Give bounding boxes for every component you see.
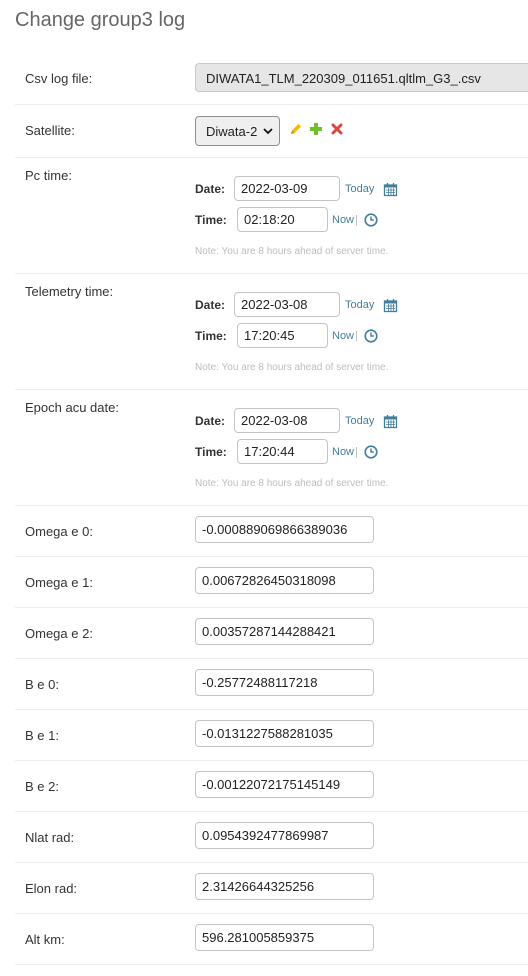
- telemetry-date-input[interactable]: 2022-03-08: [234, 292, 340, 317]
- nlat-rad-label: Nlat rad:: [25, 830, 75, 845]
- timezone-note: Note: You are 8 hours ahead of server ti…: [195, 478, 389, 489]
- omega-e-2-label: Omega e 2:: [25, 626, 93, 641]
- satellite-select[interactable]: Diwata-2: [195, 116, 280, 146]
- today-link[interactable]: Today: [345, 299, 374, 311]
- omega-e-1-input[interactable]: 0.00672826450318098: [195, 567, 374, 594]
- pc-date-input[interactable]: 2022-03-09: [234, 176, 340, 201]
- satellite-label: Satellite:: [25, 123, 75, 138]
- link-separator: |: [355, 446, 358, 458]
- change-form: Csv log file: DIWATA1_TLM_220309_011651.…: [15, 53, 528, 965]
- link-separator: |: [355, 214, 358, 226]
- alt-km-row: Alt km: 596.281005859375: [15, 914, 528, 965]
- now-link[interactable]: Now: [332, 446, 354, 458]
- calendar-icon[interactable]: [383, 298, 398, 313]
- pc-time-label: Pc time:: [25, 168, 72, 183]
- date-label: Date:: [195, 414, 226, 428]
- epoch-time-input[interactable]: 17:20:44: [237, 439, 328, 464]
- time-label: Time:: [195, 213, 227, 227]
- b-e-0-label: B e 0:: [25, 677, 59, 692]
- elon-rad-row: Elon rad: 2.31426644325256: [15, 863, 528, 914]
- calendar-icon[interactable]: [383, 182, 398, 197]
- clock-icon[interactable]: [364, 445, 378, 459]
- telemetry-time-input[interactable]: 17:20:45: [237, 323, 328, 348]
- elon-rad-input[interactable]: 2.31426644325256: [195, 873, 374, 900]
- omega-e-0-input[interactable]: -0.000889069866389036: [195, 516, 374, 543]
- omega-e-0-row: Omega e 0: -0.000889069866389036: [15, 506, 528, 557]
- csv-log-file-label: Csv log file:: [25, 71, 93, 86]
- b-e-2-input[interactable]: -0.00122072175145149: [195, 771, 374, 798]
- now-link[interactable]: Now: [332, 330, 354, 342]
- telemetry-time-label: Telemetry time:: [25, 284, 114, 299]
- b-e-2-row: B e 2: -0.00122072175145149: [15, 761, 528, 812]
- alt-km-label: Alt km:: [25, 932, 65, 947]
- calendar-icon[interactable]: [383, 414, 398, 429]
- telemetry-time-row: Telemetry time: Date: 2022-03-08 Today T…: [15, 274, 528, 390]
- clock-icon[interactable]: [364, 329, 378, 343]
- clock-icon[interactable]: [364, 213, 378, 227]
- today-link[interactable]: Today: [345, 183, 374, 195]
- epoch-acu-date-row: Epoch acu date: Date: 2022-03-08 Today T…: [15, 390, 528, 506]
- b-e-1-label: B e 1:: [25, 728, 59, 743]
- link-separator: |: [355, 330, 358, 342]
- page-title: Change group3 log: [15, 9, 186, 31]
- epoch-acu-date-label: Epoch acu date:: [25, 400, 119, 415]
- alt-km-input[interactable]: 596.281005859375: [195, 924, 374, 951]
- b-e-0-input[interactable]: -0.25772488117218: [195, 669, 374, 696]
- b-e-2-label: B e 2:: [25, 779, 59, 794]
- pencil-icon[interactable]: [289, 122, 303, 136]
- b-e-1-input[interactable]: -0.0131227588281035: [195, 720, 374, 747]
- time-label: Time:: [195, 329, 227, 343]
- plus-icon[interactable]: [309, 122, 323, 136]
- pc-time-row: Pc time: Date: 2022-03-09 Today Time: 02…: [15, 158, 528, 274]
- b-e-1-row: B e 1: -0.0131227588281035: [15, 710, 528, 761]
- b-e-0-row: B e 0: -0.25772488117218: [15, 659, 528, 710]
- timezone-note: Note: You are 8 hours ahead of server ti…: [195, 362, 389, 373]
- chevron-down-icon: [263, 128, 273, 135]
- elon-rad-label: Elon rad:: [25, 881, 78, 896]
- now-link[interactable]: Now: [332, 214, 354, 226]
- omega-e-2-input[interactable]: 0.00357287144288421: [195, 618, 374, 645]
- timezone-note: Note: You are 8 hours ahead of server ti…: [195, 246, 389, 257]
- satellite-selected-value: Diwata-2: [206, 124, 258, 139]
- date-label: Date:: [195, 298, 226, 312]
- omega-e-2-row: Omega e 2: 0.00357287144288421: [15, 608, 528, 659]
- csv-log-file-field[interactable]: DIWATA1_TLM_220309_011651.qltlm_G3_.csv: [195, 63, 528, 92]
- time-label: Time:: [195, 445, 227, 459]
- omega-e-0-label: Omega e 0:: [25, 524, 93, 539]
- omega-e-1-label: Omega e 1:: [25, 575, 93, 590]
- csv-log-file-row: Csv log file: DIWATA1_TLM_220309_011651.…: [15, 53, 528, 105]
- satellite-row: Satellite: Diwata-2: [15, 105, 528, 158]
- today-link[interactable]: Today: [345, 415, 374, 427]
- pc-time-input[interactable]: 02:18:20: [237, 207, 328, 232]
- date-label: Date:: [195, 182, 226, 196]
- omega-e-1-row: Omega e 1: 0.00672826450318098: [15, 557, 528, 608]
- nlat-rad-input[interactable]: 0.0954392477869987: [195, 822, 374, 849]
- x-icon[interactable]: [330, 122, 344, 136]
- nlat-rad-row: Nlat rad: 0.0954392477869987: [15, 812, 528, 863]
- epoch-date-input[interactable]: 2022-03-08: [234, 408, 340, 433]
